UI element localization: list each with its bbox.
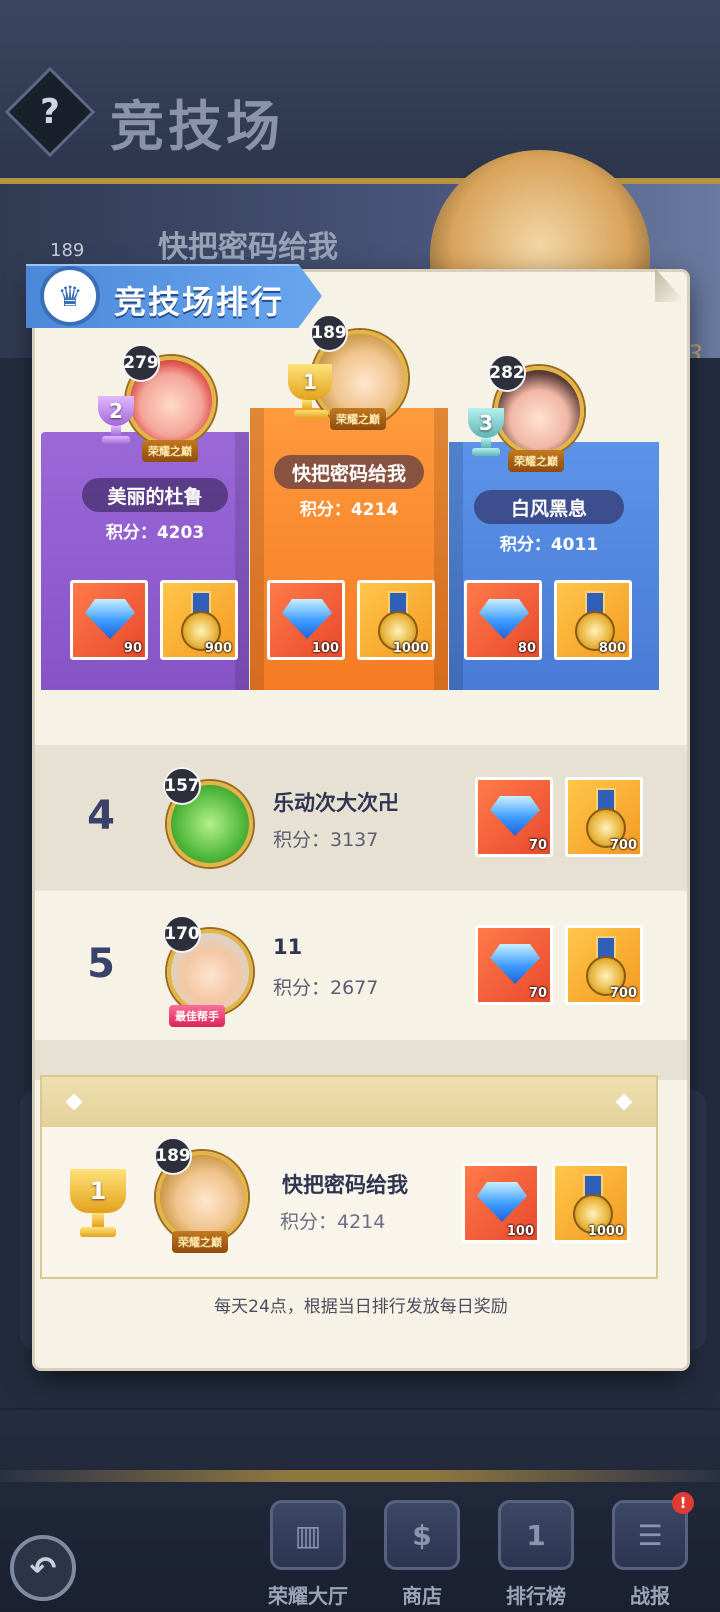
gold-trophy-icon: 1 (58, 1169, 138, 1249)
diamond-icon (477, 1182, 527, 1222)
podium-name: 白风黑息 (474, 490, 624, 524)
leaderboard-icon: 1 (498, 1500, 574, 1570)
nav-leaderboard[interactable]: 1 排行榜 (484, 1500, 588, 1610)
level-badge: 189 (154, 1137, 192, 1175)
nav-trim (0, 1470, 720, 1482)
reward-qty: 700 (609, 986, 637, 1001)
reward-qty: 80 (517, 641, 536, 656)
trophy-icon: ♛ (40, 266, 100, 326)
player-name: 11 (273, 935, 303, 959)
nav-label: 荣耀大厅 (268, 1584, 348, 1608)
medal-reward[interactable]: 1000 (357, 580, 435, 660)
diamond-icon (85, 599, 135, 639)
player-name: 乐动次大次卍 (273, 791, 399, 815)
gem-reward[interactable]: 100 (267, 580, 345, 660)
reward-qty: 90 (123, 641, 142, 656)
screen-title: 竞技场 (110, 95, 284, 158)
medal-reward[interactable]: 800 (554, 580, 632, 660)
nav-hall[interactable]: ▥ 荣耀大厅 (256, 1500, 360, 1610)
diamond-icon (490, 944, 540, 984)
player-score: 积分：3137 (273, 829, 379, 851)
podium-score: 积分：4011 (499, 535, 599, 555)
diamond-icon (490, 796, 540, 836)
diamond-icon (479, 599, 529, 639)
nav-label: 排行榜 (506, 1584, 566, 1608)
help-icon: ? (40, 92, 60, 132)
gem-reward[interactable]: 90 (70, 580, 148, 660)
back-arrow-icon: ↶ (29, 1549, 57, 1587)
title-badge: 荣耀之巅 (142, 440, 198, 462)
list-item-partial[interactable] (35, 1040, 687, 1080)
hall-icon: ▥ (270, 1500, 346, 1570)
level-badge: 170 (163, 915, 201, 953)
level-badge: 189 (310, 314, 348, 352)
back-button[interactable]: ↶ (10, 1535, 76, 1601)
medal-reward[interactable]: 700 (565, 925, 643, 1005)
gem-reward[interactable]: 100 (462, 1163, 540, 1243)
reward-qty: 900 (204, 641, 232, 656)
reward-qty: 700 (609, 838, 637, 853)
reward-qty: 800 (598, 641, 626, 656)
reward-qty: 100 (506, 1224, 534, 1239)
title-badge: 最佳帮手 (169, 1005, 225, 1027)
my-rank-panel: 1 189 荣耀之巅 快把密码给我 积分：4214 100 1000 (40, 1075, 658, 1279)
modal-title: 竞技场排行 (114, 283, 285, 321)
gem-reward[interactable]: 70 (475, 777, 553, 857)
reward-qty: 70 (528, 838, 547, 853)
medal-reward[interactable]: 1000 (552, 1163, 630, 1243)
nav-label: 战报 (630, 1584, 670, 1608)
level-badge: 157 (163, 767, 201, 805)
banner-player-name: 快把密码给我 (158, 230, 338, 265)
title-badge: 荣耀之巅 (508, 450, 564, 472)
gem-reward[interactable]: 80 (464, 580, 542, 660)
reward-note: 每天24点，根据当日排行发放每日奖励 (214, 1297, 508, 1317)
podium-score: 积分：4203 (105, 523, 205, 543)
diamond-icon (282, 599, 332, 639)
podium-score: 积分：4214 (299, 500, 399, 520)
arena-header (0, 0, 720, 190)
rank-number: 5 (87, 941, 115, 987)
nav-label: 商店 (402, 1584, 442, 1608)
podium-name: 快把密码给我 (274, 455, 424, 489)
list-item[interactable]: 4 157 乐动次大次卍 积分：3137 70 700 (35, 745, 687, 891)
alert-badge: ! (672, 1492, 694, 1514)
gem-reward[interactable]: 70 (475, 925, 553, 1005)
gold-trophy-icon: 1 (280, 364, 340, 428)
my-score: 积分：4214 (280, 1211, 386, 1233)
banner-level: 189 (50, 240, 85, 261)
medal-reward[interactable]: 700 (565, 777, 643, 857)
rank-number: 4 (87, 793, 115, 839)
nav-shop[interactable]: $ 商店 (370, 1500, 474, 1610)
nav-battle-report[interactable]: ☰ ! 战报 (598, 1492, 702, 1610)
medal-reward[interactable]: 900 (160, 580, 238, 660)
reward-qty: 100 (311, 641, 339, 656)
shop-icon: $ (384, 1500, 460, 1570)
title-badge: 荣耀之巅 (172, 1231, 228, 1253)
bronze-trophy-icon: 3 (460, 408, 512, 460)
player-score: 积分：2677 (273, 977, 379, 999)
my-name: 快把密码给我 (282, 1173, 408, 1197)
silver-trophy-icon: 2 (90, 396, 142, 448)
level-badge: 279 (122, 344, 160, 382)
podium-name: 美丽的杜鲁 (82, 478, 228, 512)
reward-qty: 70 (528, 986, 547, 1001)
reward-qty: 1000 (587, 1224, 624, 1239)
level-badge: 282 (488, 354, 526, 392)
my-rank-header (42, 1077, 656, 1127)
reward-qty: 1000 (392, 641, 429, 656)
list-item[interactable]: 5 170 最佳帮手 11 积分：2677 70 700 (35, 893, 687, 1039)
